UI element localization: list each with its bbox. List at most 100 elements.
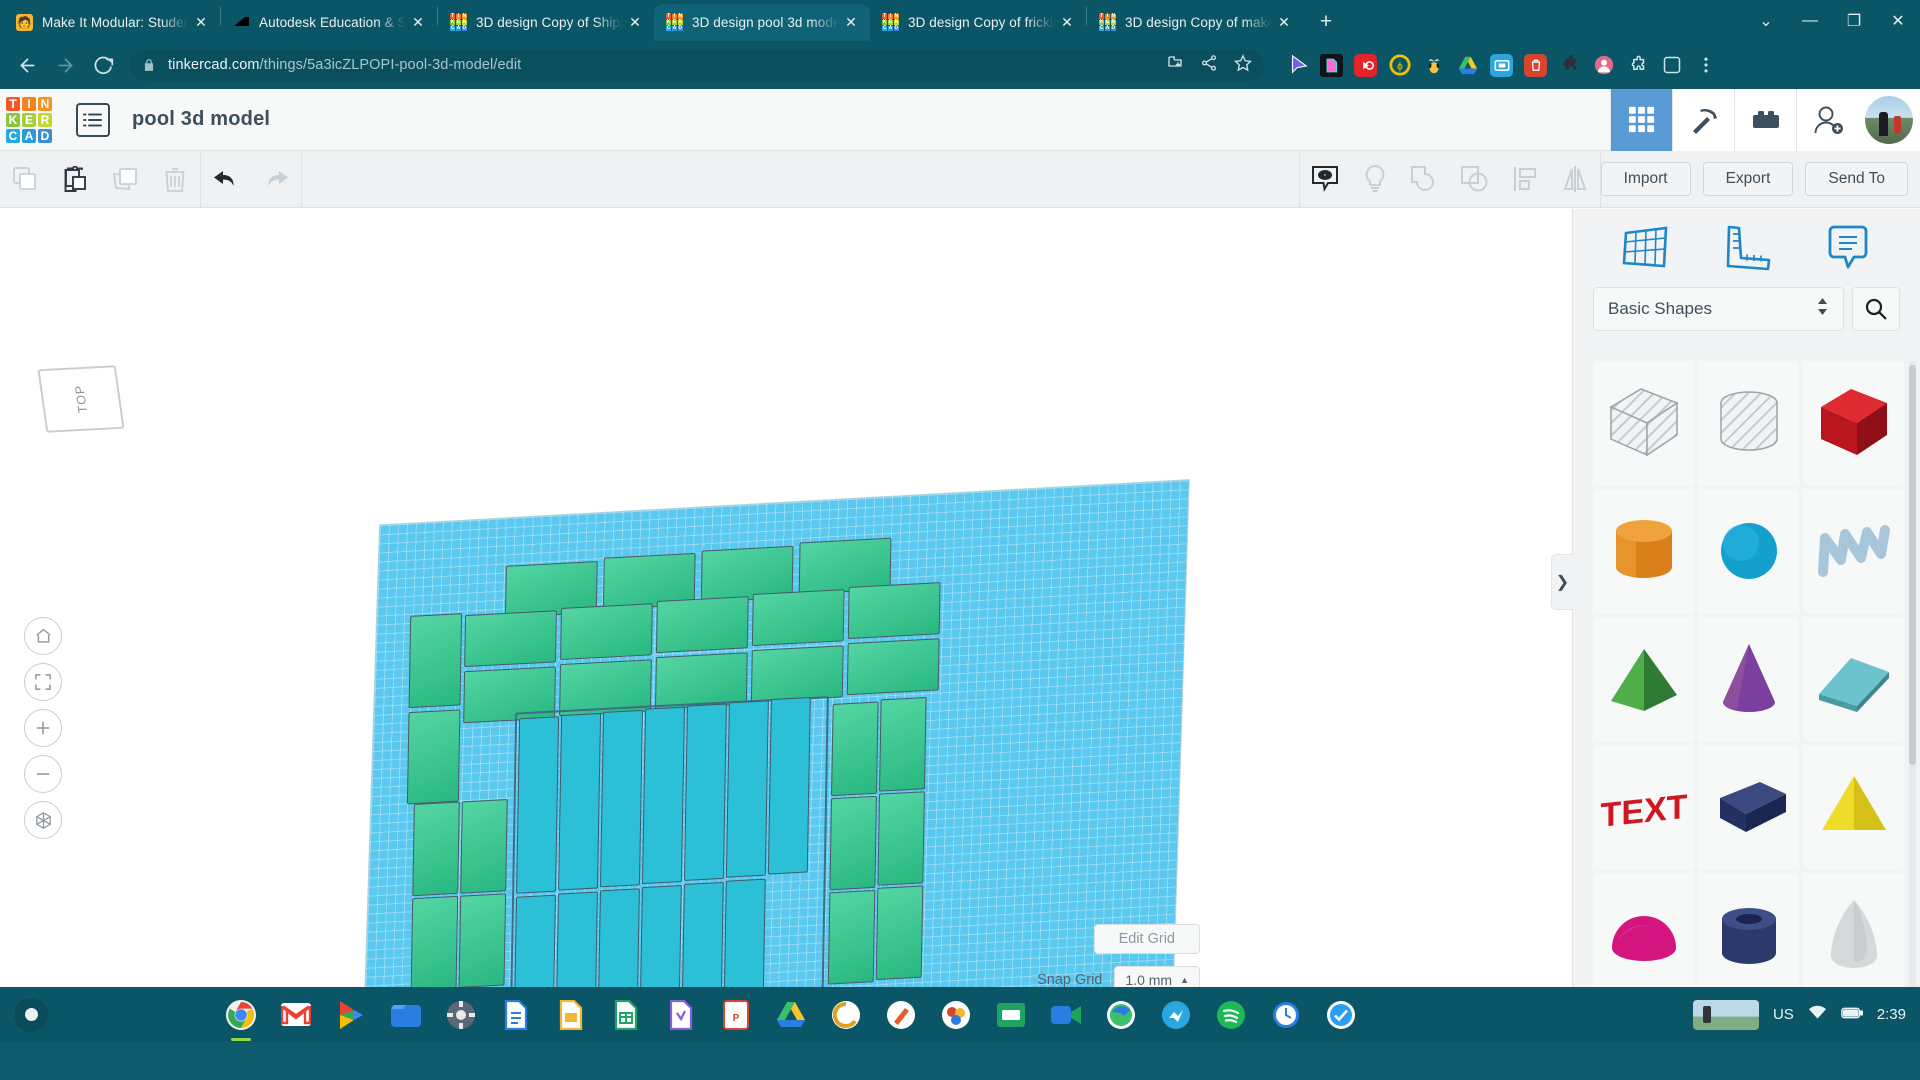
sheets-taskbar-icon[interactable] bbox=[609, 998, 643, 1032]
cone-shape[interactable] bbox=[1698, 617, 1799, 741]
brick-icon[interactable] bbox=[1734, 88, 1796, 151]
keyboard-layout[interactable]: US bbox=[1773, 1006, 1794, 1023]
box-shape[interactable] bbox=[1803, 361, 1904, 485]
browser-tab-active[interactable]: TIN KER CAD 3D design pool 3d model | Ti… bbox=[654, 4, 870, 41]
tab-close-button[interactable]: ✕ bbox=[624, 12, 646, 34]
shape-category-select[interactable]: Basic Shapes bbox=[1593, 287, 1844, 331]
tab-close-button[interactable]: ✕ bbox=[1273, 12, 1295, 34]
group-icon[interactable] bbox=[1400, 151, 1450, 208]
pickaxe-icon[interactable] bbox=[1672, 88, 1734, 151]
text-shape[interactable]: TEXT bbox=[1593, 745, 1694, 869]
copy-button[interactable] bbox=[0, 151, 50, 208]
google-drive-icon[interactable] bbox=[1456, 54, 1479, 77]
duplicate-button[interactable] bbox=[100, 151, 150, 208]
paste-button[interactable] bbox=[50, 151, 100, 208]
ortho-perspective-button[interactable] bbox=[24, 801, 62, 839]
align-icon[interactable] bbox=[1500, 151, 1550, 208]
browser-tab[interactable]: TIN KER CAD 3D design Copy of Shipping C… bbox=[438, 4, 654, 41]
start-button[interactable] bbox=[14, 997, 48, 1032]
chrome-taskbar-icon[interactable] bbox=[224, 998, 258, 1032]
person-extension-icon[interactable] bbox=[1592, 54, 1615, 77]
keep-taskbar-icon[interactable] bbox=[664, 998, 698, 1032]
profile-square-icon[interactable] bbox=[1660, 54, 1683, 77]
cylinder-shape[interactable] bbox=[1593, 489, 1694, 613]
fit-view-button[interactable] bbox=[24, 663, 62, 701]
tab-close-button[interactable]: ✕ bbox=[190, 12, 212, 34]
gmail-taskbar-icon[interactable] bbox=[279, 998, 313, 1032]
tab-close-button[interactable]: ✕ bbox=[840, 12, 862, 34]
classroom-taskbar-icon[interactable] bbox=[994, 998, 1028, 1032]
tinkercad-logo[interactable]: T I N K E R C A D bbox=[6, 96, 52, 143]
omnibox[interactable]: tinkercad.com/things/5a3icZLPOPI-pool-3d… bbox=[130, 49, 1264, 81]
wedge-shape[interactable] bbox=[1698, 745, 1799, 869]
docs-taskbar-icon[interactable] bbox=[499, 998, 533, 1032]
tab-close-button[interactable]: ✕ bbox=[1056, 12, 1078, 34]
share-icon[interactable] bbox=[1200, 54, 1218, 77]
back-button[interactable] bbox=[10, 48, 44, 82]
colors-taskbar-icon[interactable] bbox=[939, 998, 973, 1032]
view-cube[interactable]: TOP bbox=[37, 365, 126, 445]
delete-button[interactable] bbox=[150, 151, 200, 208]
trash-extension-icon[interactable] bbox=[1524, 53, 1547, 77]
roof-shape[interactable] bbox=[1803, 617, 1904, 741]
add-person-icon[interactable] bbox=[1796, 88, 1858, 151]
pyramid-shape[interactable] bbox=[1593, 617, 1694, 741]
mirror-icon[interactable] bbox=[1550, 151, 1600, 208]
redo-button[interactable] bbox=[251, 151, 301, 208]
settings-taskbar-icon[interactable] bbox=[444, 998, 478, 1032]
check-taskbar-icon[interactable] bbox=[1324, 998, 1358, 1032]
workplane-icon[interactable] bbox=[1618, 220, 1674, 276]
browser-tab[interactable]: Autodesk Education & Stude ✕ bbox=[221, 4, 437, 41]
browser-tab[interactable]: TIN KER CAD 3D design Copy of makeup r ✕ bbox=[1087, 4, 1303, 41]
box-hole-shape[interactable] bbox=[1593, 361, 1694, 485]
panel-scrollbar-thumb[interactable] bbox=[1909, 365, 1916, 765]
send-to-button[interactable]: Send To bbox=[1805, 162, 1908, 196]
pool-3d-model[interactable] bbox=[355, 528, 1125, 1042]
polygon-shape[interactable] bbox=[1803, 745, 1904, 869]
canvas-taskbar-icon[interactable] bbox=[829, 998, 863, 1032]
panel-collapse-button[interactable]: ❯ bbox=[1551, 554, 1573, 610]
install-app-icon[interactable] bbox=[1166, 54, 1184, 77]
honey-extension-icon[interactable]: ϕ bbox=[1388, 54, 1411, 77]
canvas-3d-view[interactable]: TOP Edit Grid Snap Grid 1.0 mm ▲ bbox=[0, 209, 1572, 1042]
scribble-shape[interactable] bbox=[1803, 489, 1904, 613]
browser-tab[interactable]: TIN KER CAD 3D design Copy of fricking c… bbox=[870, 4, 1086, 41]
half-sphere-shape[interactable] bbox=[1593, 873, 1694, 997]
battery-icon[interactable] bbox=[1840, 1006, 1864, 1023]
paraboloid-shape[interactable] bbox=[1803, 873, 1904, 997]
files-taskbar-icon[interactable] bbox=[389, 998, 423, 1032]
new-tab-button[interactable]: + bbox=[1311, 7, 1341, 37]
design-list-button[interactable] bbox=[76, 102, 110, 137]
ungroup-icon[interactable] bbox=[1450, 151, 1500, 208]
undo-button[interactable] bbox=[201, 151, 251, 208]
export-button[interactable]: Export bbox=[1702, 162, 1794, 196]
youtube-downloader-icon[interactable] bbox=[1354, 53, 1377, 77]
extensions-puzzle-icon[interactable] bbox=[1626, 54, 1649, 77]
avatar-button[interactable] bbox=[1858, 88, 1920, 151]
chrome-menu-icon[interactable] bbox=[1694, 54, 1717, 77]
paint-taskbar-icon[interactable] bbox=[884, 998, 918, 1032]
lightbulb-icon[interactable] bbox=[1350, 151, 1400, 208]
maximize-button[interactable]: ❐ bbox=[1832, 5, 1876, 37]
play-store-taskbar-icon[interactable] bbox=[334, 998, 368, 1032]
sphere-shape[interactable] bbox=[1698, 489, 1799, 613]
cylinder-hole-shape[interactable] bbox=[1698, 361, 1799, 485]
minimize-button[interactable]: — bbox=[1788, 5, 1832, 37]
reload-button[interactable] bbox=[86, 48, 120, 82]
earth-taskbar-icon[interactable] bbox=[1104, 998, 1138, 1032]
tray-thumbnail[interactable] bbox=[1692, 999, 1759, 1030]
screen-capture-icon[interactable] bbox=[1490, 53, 1513, 77]
forward-button[interactable] bbox=[48, 48, 82, 82]
view-cube-face[interactable]: TOP bbox=[37, 365, 125, 433]
clock-time[interactable]: 2:39 bbox=[1877, 1006, 1906, 1023]
window-close-button[interactable]: ✕ bbox=[1876, 5, 1920, 37]
cursor-extension-icon[interactable] bbox=[1286, 54, 1309, 77]
clock-taskbar-icon[interactable] bbox=[1269, 998, 1303, 1032]
tab-search-button[interactable]: ⌄ bbox=[1744, 5, 1788, 37]
puzzle-dark-icon[interactable] bbox=[1558, 54, 1581, 77]
home-view-button[interactable] bbox=[24, 617, 62, 655]
zoom-out-button[interactable] bbox=[24, 755, 62, 793]
pdf-taskbar-icon[interactable]: P bbox=[719, 998, 753, 1032]
page-title[interactable]: pool 3d model bbox=[132, 108, 270, 131]
search-button[interactable] bbox=[1852, 287, 1900, 331]
